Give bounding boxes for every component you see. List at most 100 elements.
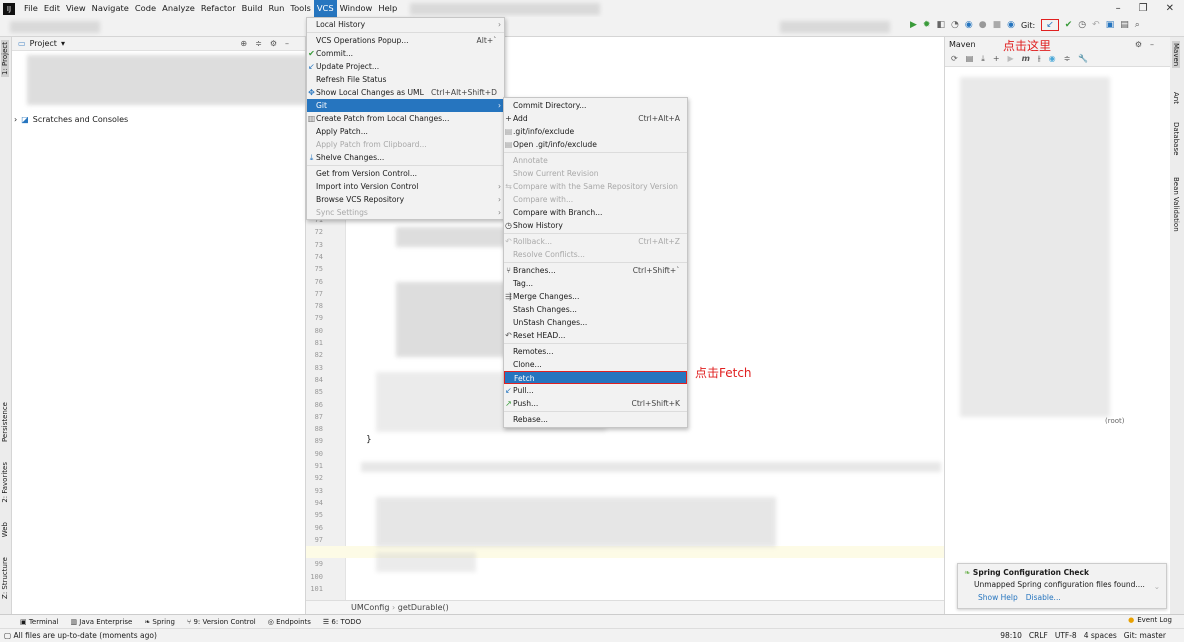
vcs-item-sync-settings[interactable]: Sync Settings ›: [307, 206, 504, 219]
run-anything-icon[interactable]: ▤: [1120, 20, 1129, 30]
maven-panel-actions[interactable]: ⚙–: [1135, 40, 1162, 49]
breadcrumb-method[interactable]: getDurable(): [398, 603, 449, 612]
add-folder-icon[interactable]: ▤: [966, 54, 974, 63]
vcs-item-show-local-changes-as-uml[interactable]: ✥ Show Local Changes as UML Ctrl+Alt+Shift…: [307, 86, 504, 99]
skip-tests-icon[interactable]: ◉: [1049, 54, 1056, 63]
line-separator[interactable]: CRLF: [1029, 629, 1048, 642]
vcs-item-get-from-version-control[interactable]: Get from Version Control...: [307, 167, 504, 180]
attach-icon[interactable]: ●: [979, 20, 987, 30]
git-item-remotes[interactable]: Remotes...: [504, 345, 687, 358]
git-item-unstash-changes[interactable]: UnStash Changes...: [504, 316, 687, 329]
project-structure-icon[interactable]: ◉: [1007, 20, 1015, 30]
reload-icon[interactable]: ⟳: [951, 54, 958, 63]
git-item-rebase[interactable]: Rebase...: [504, 413, 687, 426]
git-item-push[interactable]: ↗ Push... Ctrl+Shift+K: [504, 397, 687, 410]
git-item-open-git-info-exclude[interactable]: ▤ Open .git/info/exclude: [504, 138, 687, 151]
git-branch[interactable]: Git: master: [1124, 629, 1166, 642]
git-item-commit-directory[interactable]: Commit Directory...: [504, 99, 687, 112]
menu-refactor[interactable]: Refactor: [198, 0, 239, 17]
git-item-show-history[interactable]: ◷ Show History: [504, 219, 687, 232]
menu-build[interactable]: Build: [239, 0, 266, 17]
close-button[interactable]: ✕: [1166, 3, 1174, 14]
menu-edit[interactable]: Edit: [41, 0, 63, 17]
tab-spring[interactable]: ❧ Spring: [144, 618, 175, 626]
menu-vcs[interactable]: VCS: [313, 0, 337, 17]
git-item-fetch[interactable]: Fetch: [504, 371, 687, 384]
chevron-right-icon[interactable]: ›: [14, 115, 17, 124]
git-commit-icon[interactable]: ✔: [1065, 20, 1073, 30]
toggle-offline-icon[interactable]: ⫲: [1038, 54, 1041, 64]
tool-window-ant[interactable]: Ant: [1172, 92, 1180, 104]
git-update-button[interactable]: ↙: [1041, 19, 1059, 31]
restore-button[interactable]: ❐: [1139, 3, 1148, 14]
menu-navigate[interactable]: Navigate: [89, 0, 132, 17]
coverage-icon[interactable]: ◧: [936, 20, 945, 30]
vcs-item-shelve-changes[interactable]: ⤓ Shelve Changes...: [307, 151, 504, 164]
vcs-item-git[interactable]: Git ›: [307, 99, 504, 112]
tool-window-web[interactable]: Web: [1, 522, 9, 537]
tool-window-maven[interactable]: Maven: [1172, 41, 1180, 69]
git-item-reset-head[interactable]: ↶ Reset HEAD...: [504, 329, 687, 342]
vcs-item-commit[interactable]: ✔ Commit...: [307, 47, 504, 60]
tab-endpoints[interactable]: ◎ Endpoints: [268, 618, 311, 626]
sync-icon[interactable]: ◉: [965, 20, 973, 30]
download-icon[interactable]: ⤓: [981, 54, 985, 64]
menu-code[interactable]: Code: [132, 0, 159, 17]
vcs-item-apply-patch[interactable]: Apply Patch...: [307, 125, 504, 138]
vcs-item-update-project[interactable]: ↙ Update Project...: [307, 60, 504, 73]
git-rollback-icon[interactable]: ↶: [1092, 20, 1100, 30]
menu-help[interactable]: Help: [375, 0, 400, 17]
menu-file[interactable]: File: [21, 0, 41, 17]
chevron-down-icon[interactable]: ⌄: [1154, 582, 1160, 591]
menu-window[interactable]: Window: [337, 0, 376, 17]
git-item-annotate[interactable]: Annotate: [504, 154, 687, 167]
run-icon[interactable]: ▶: [910, 20, 917, 30]
stop-icon[interactable]: ■: [993, 20, 1002, 30]
vcs-item-import-into-version-control[interactable]: Import into Version Control ›: [307, 180, 504, 193]
git-item-pull[interactable]: ↙ Pull...: [504, 384, 687, 397]
vcs-item-apply-patch-from-clipboard[interactable]: Apply Patch from Clipboard...: [307, 138, 504, 151]
vcs-item-local-history[interactable]: Local History ›: [307, 18, 504, 31]
menu-run[interactable]: Run: [265, 0, 287, 17]
tab-9-version-control[interactable]: ⑂ 9: Version Control: [187, 618, 256, 626]
tab-java-enterprise[interactable]: ▥ Java Enterprise: [70, 618, 132, 626]
chevron-down-icon[interactable]: ▾: [61, 39, 65, 48]
wrench-icon[interactable]: 🔧: [1078, 54, 1088, 63]
git-item-tag[interactable]: Tag...: [504, 277, 687, 290]
tool-window-favorites[interactable]: 2: Favorites: [1, 462, 9, 503]
git-item-merge-changes[interactable]: ⇶ Merge Changes...: [504, 290, 687, 303]
debug-icon[interactable]: ✹: [923, 20, 931, 30]
file-encoding[interactable]: UTF-8: [1055, 629, 1077, 642]
vcs-item-vcs-operations-popup[interactable]: VCS Operations Popup... Alt+`: [307, 34, 504, 47]
git-item-stash-changes[interactable]: Stash Changes...: [504, 303, 687, 316]
git-item-clone[interactable]: Clone...: [504, 358, 687, 371]
project-title[interactable]: Project: [30, 39, 57, 48]
show-help-link[interactable]: Show Help: [978, 593, 1018, 602]
git-item-resolve-conflicts[interactable]: Resolve Conflicts...: [504, 248, 687, 261]
tool-window-database[interactable]: Database: [1172, 122, 1180, 155]
caret-position[interactable]: 98:10: [1000, 629, 1022, 642]
breadcrumb-class[interactable]: UMConfig: [351, 603, 389, 612]
collapse-icon[interactable]: ≑: [1064, 54, 1071, 63]
tab-6-todo[interactable]: ☰ 6: TODO: [323, 618, 361, 626]
tab-terminal[interactable]: ▣ Terminal: [20, 618, 58, 626]
tool-window-project[interactable]: 1: Project: [1, 40, 9, 77]
menu-tools[interactable]: Tools: [287, 0, 313, 17]
event-log-button[interactable]: ● Event Log: [1128, 616, 1172, 624]
profile-icon[interactable]: ◔: [951, 20, 959, 30]
git-item-show-current-revision[interactable]: Show Current Revision: [504, 167, 687, 180]
git-item-compare-with-branch[interactable]: Compare with Branch...: [504, 206, 687, 219]
tool-window-bean-validation[interactable]: Bean Validation: [1172, 177, 1180, 232]
tool-window-structure[interactable]: Z: Structure: [1, 557, 9, 599]
disable-link[interactable]: Disable...: [1026, 593, 1061, 602]
menu-view[interactable]: View: [63, 0, 89, 17]
status-toggle-icon[interactable]: ▢: [4, 631, 11, 640]
maven-goal-icon[interactable]: m: [1022, 54, 1030, 63]
tree-item-scratches[interactable]: › ◪ Scratches and Consoles: [14, 115, 128, 124]
git-item-git-info-exclude[interactable]: ▤ .git/info/exclude: [504, 125, 687, 138]
plus-icon[interactable]: +: [993, 54, 1000, 63]
project-structure-button[interactable]: ▣: [1106, 20, 1115, 30]
git-item-compare-with-the-same-repository-version[interactable]: ⇆ Compare with the Same Repository Versio…: [504, 180, 687, 193]
git-item-branches[interactable]: ⑂ Branches... Ctrl+Shift+`: [504, 264, 687, 277]
minimize-button[interactable]: –: [1116, 3, 1121, 14]
